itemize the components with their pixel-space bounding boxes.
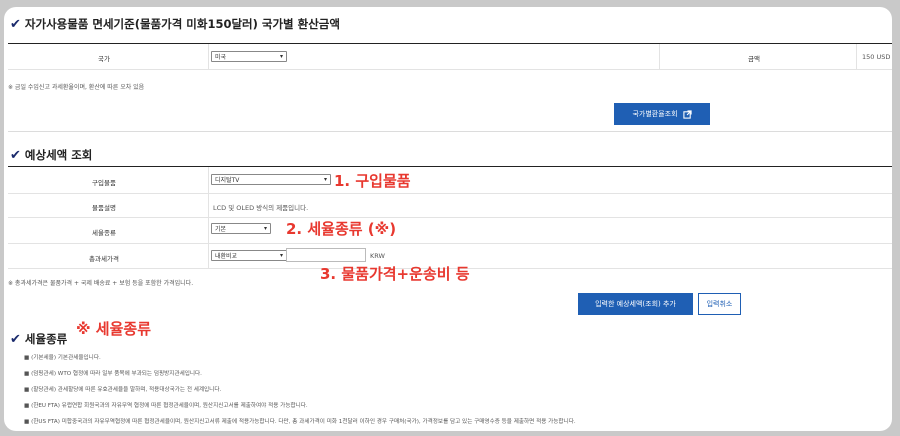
row-label-total-price: 총과세가격 [89, 255, 119, 263]
section-title-rate-types: ✔ 세율종류 [10, 331, 68, 347]
chevron-down-icon: ▾ [279, 252, 283, 259]
country-select[interactable]: 미국 ▾ [211, 51, 287, 62]
country-label: 국가 [98, 55, 110, 63]
rate-bullet: ■ (기본세율) 기본관세율입니다. [24, 355, 101, 361]
row-label-item: 구입물품 [92, 179, 116, 187]
checkmark-icon: ✔ [10, 331, 21, 347]
country-rate-lookup-button[interactable]: 국가별환율조회 [614, 103, 710, 125]
amount-value: 150 USD [862, 53, 891, 61]
item-select[interactable]: 디지털TV ▾ [211, 174, 331, 185]
section-rule [8, 43, 892, 44]
item-description: LCD 및 OLED 방식의 제품입니다. [213, 204, 309, 212]
amount-label: 금액 [748, 55, 760, 63]
checkmark-icon: ✔ [10, 147, 21, 163]
annotation-price: 3. 물품가격+운송비 등 [320, 265, 470, 283]
currency-select[interactable]: 내환비교 ▾ [211, 250, 287, 261]
rate-bullet: ■ (할당관세) 관세할당에 따른 유효관세율을 말하며, 적용대상국가는 전 … [24, 387, 222, 393]
annotation-rate-types-heading: ※ 세율종류 [76, 320, 152, 338]
price-note: ※ 총과세가격은 물품가격 + 국제 배송료 + 보험 등을 포함한 가격입니다… [8, 280, 194, 287]
add-estimate-button[interactable]: 입력한 예상세액(조회) 추가 [578, 293, 693, 315]
section-title-estimate: ✔ 예상세액 조회 [10, 147, 93, 163]
rate-bullet: ■ (한EU FTA) 유럽연합 회원국과의 자유무역 협정에 따른 협정관세율… [24, 403, 308, 409]
annotation-item: 1. 구입물품 [334, 172, 411, 190]
checkmark-icon: ✔ [10, 16, 21, 32]
external-link-icon [682, 109, 692, 119]
exchange-note: ※ 금일 수입신고 과세환율이며, 환산에 따른 오차 있음 [8, 84, 145, 91]
section-title-exemption: ✔ 자가사용물품 면세기준(물품가격 미화150달러) 국가별 환산금액 [10, 16, 340, 32]
rate-type-select[interactable]: 기본 ▾ [211, 223, 271, 234]
section-rule [8, 166, 892, 167]
unit-label: KRW [370, 252, 385, 260]
chevron-down-icon: ▾ [323, 176, 327, 183]
rate-bullet: ■ (한US FTA) 미합중국과의 자유무역협정에 따른 협정관세율이며, 원… [24, 419, 576, 425]
row-label-description: 물품설명 [92, 204, 116, 212]
rate-bullet: ■ (덤핑관세) WTO 협정에 따라 일부 품목에 부과되는 덤핑방지관세입니… [24, 371, 202, 377]
annotation-rate-type: 2. 세율종류 (※) [286, 220, 397, 238]
row-label-rate-type: 세율종류 [92, 229, 116, 237]
cancel-input-button[interactable]: 입력취소 [698, 293, 741, 315]
main-panel: ✔ 자가사용물품 면세기준(물품가격 미화150달러) 국가별 환산금액 국가 … [4, 7, 892, 431]
row-divider [8, 69, 892, 70]
chevron-down-icon: ▾ [263, 225, 267, 232]
chevron-down-icon: ▾ [279, 53, 283, 60]
price-input[interactable] [286, 248, 366, 262]
